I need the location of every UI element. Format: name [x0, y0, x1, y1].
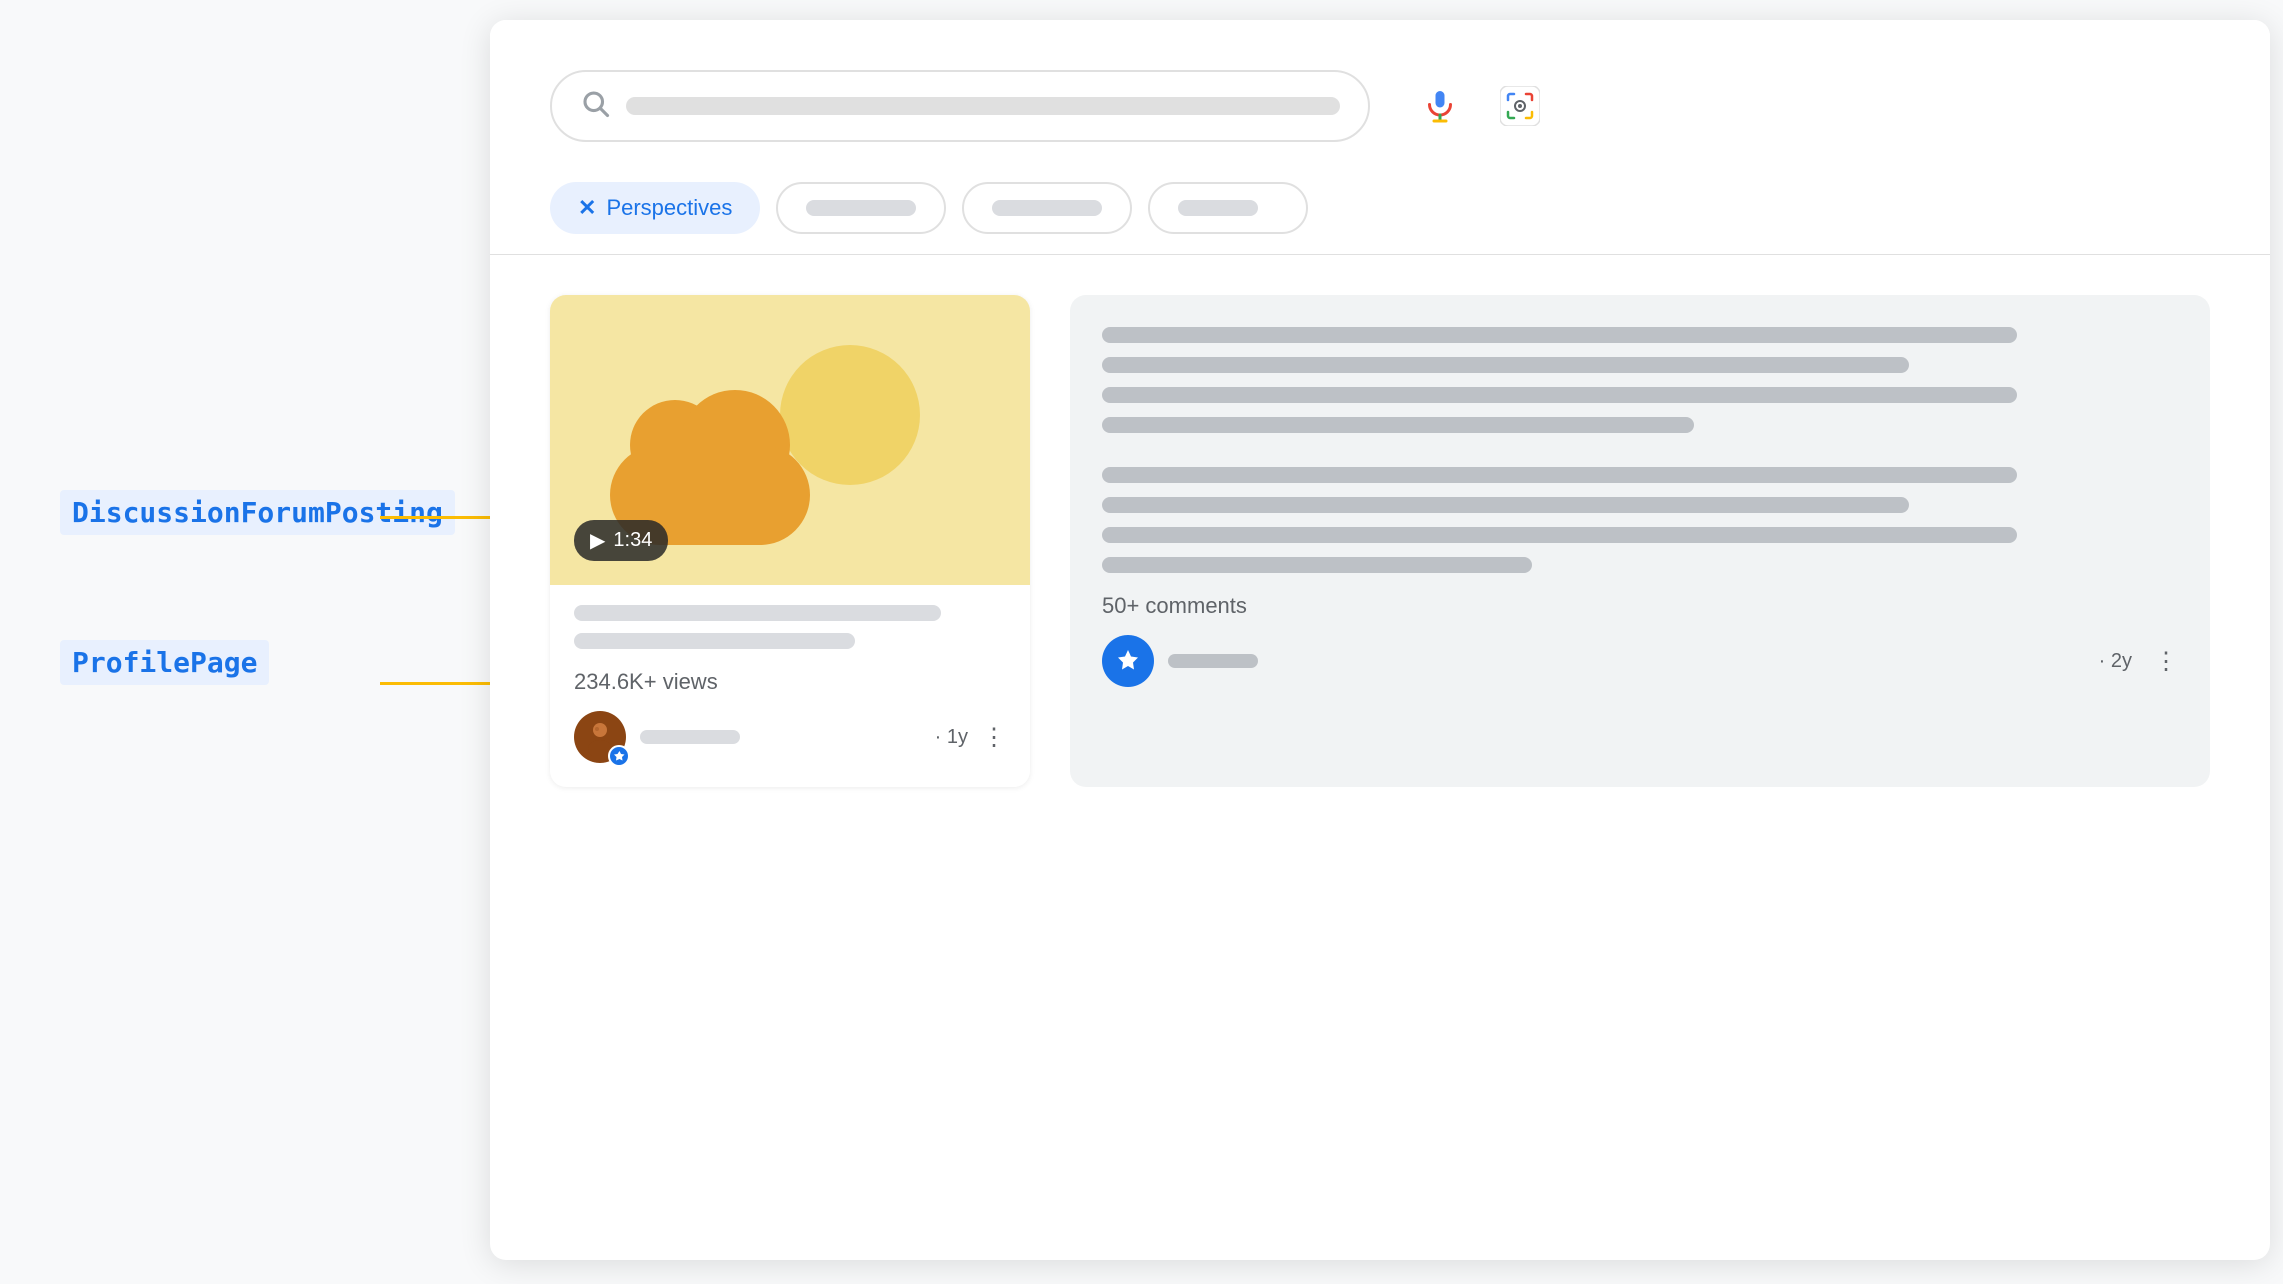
channel-info	[640, 730, 913, 744]
article-line-6	[1102, 497, 1909, 513]
article-time-ago: · 2y	[2099, 650, 2132, 673]
article-line-7	[1102, 527, 2017, 543]
tab-perspectives[interactable]: ✕ Perspectives	[550, 182, 760, 234]
article-author-bar	[1168, 654, 1258, 668]
article-line-3	[1102, 387, 2017, 403]
views-count: 234.6K+ views	[574, 669, 1006, 695]
search-icons-right	[1410, 76, 1550, 136]
channel-name-bar	[640, 730, 740, 744]
tab-3[interactable]	[962, 182, 1132, 234]
video-footer: · 1y ⋮	[574, 711, 1006, 763]
video-time-ago: · 1y	[935, 726, 968, 749]
play-icon: ▶	[590, 528, 605, 553]
video-thumbnail: ▶ 1:34	[550, 295, 1030, 585]
search-icon	[580, 88, 610, 125]
video-card: ▶ 1:34 234.6K+ views	[550, 295, 1030, 787]
article-line-5	[1102, 467, 2017, 483]
tab-2[interactable]	[776, 182, 946, 234]
tab2-placeholder	[806, 200, 916, 216]
article-card: 50+ comments · 2y ⋮	[1070, 295, 2210, 787]
video-duration: 1:34	[613, 529, 652, 552]
search-placeholder	[626, 97, 1340, 115]
video-info: 234.6K+ views	[550, 585, 1030, 787]
article-more-options[interactable]: ⋮	[2154, 647, 2178, 676]
annotation-discussion-label: DiscussionForumPosting	[60, 490, 455, 535]
article-author-info	[1168, 654, 2085, 668]
article-line-8	[1102, 557, 1532, 573]
article-line-4	[1102, 417, 1694, 433]
perspectives-tab-label: Perspectives	[606, 195, 732, 221]
article-line-1	[1102, 327, 2017, 343]
article-avatar[interactable]	[1102, 635, 1154, 687]
close-tab-icon: ✕	[578, 195, 596, 221]
browser-panel: ✕ Perspectives	[490, 20, 2270, 1260]
tab4-placeholder	[1178, 200, 1258, 216]
search-bar[interactable]	[550, 70, 1370, 142]
tab3-placeholder	[992, 200, 1102, 216]
filter-tabs: ✕ Perspectives	[490, 172, 2270, 255]
video-more-options[interactable]: ⋮	[982, 723, 1006, 752]
channel-avatar-wrap	[574, 711, 626, 763]
article-comments: 50+ comments	[1102, 593, 2178, 619]
play-badge[interactable]: ▶ 1:34	[574, 520, 668, 561]
video-title-line-2	[574, 633, 855, 649]
annotation-profile-label: ProfilePage	[60, 640, 269, 685]
article-line-2	[1102, 357, 1909, 373]
microphone-icon[interactable]	[1410, 76, 1470, 136]
tab-4[interactable]	[1148, 182, 1308, 234]
search-area	[490, 20, 2270, 172]
article-footer: · 2y ⋮	[1102, 635, 2178, 687]
content-area: ▶ 1:34 234.6K+ views	[490, 255, 2270, 827]
page-container: DiscussionForumPosting ProfilePage	[0, 0, 2283, 1284]
video-title-line-1	[574, 605, 941, 621]
lens-icon[interactable]	[1490, 76, 1550, 136]
avatar-badge	[608, 745, 630, 767]
